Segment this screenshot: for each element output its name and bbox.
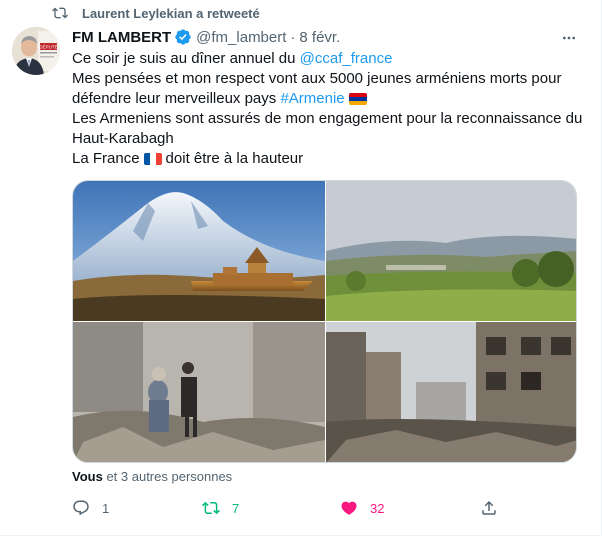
mountain-monastery-photo[interactable] bbox=[73, 181, 325, 321]
reply-icon bbox=[73, 500, 89, 516]
tweet-line-3: défendre leur merveilleux pays #Armenie bbox=[72, 89, 587, 109]
heart-icon bbox=[341, 501, 357, 515]
media-grid bbox=[72, 180, 577, 463]
tweet-line-4: Les Armeniens sont assurés de mon engage… bbox=[72, 109, 587, 129]
tweet-header: FM LAMBERT @fm_lambert · 8 févr. bbox=[72, 27, 340, 47]
verified-badge-icon bbox=[175, 29, 191, 45]
tweet-text-segment: Mes pensées et mon respect vont aux 5000… bbox=[72, 70, 562, 87]
tweet-text-segment: Haut-Karabagh bbox=[72, 130, 174, 147]
rubble-evacuation-photo[interactable] bbox=[73, 322, 325, 462]
tweet-line-5: Haut-Karabagh bbox=[72, 129, 587, 149]
valley-landscape-photo[interactable] bbox=[326, 181, 576, 321]
more-options-button[interactable] bbox=[561, 30, 577, 46]
tweet-text-segment: défendre leur merveilleux pays bbox=[72, 90, 281, 107]
liked-by-summary[interactable]: Vous et 3 autres personnes bbox=[72, 469, 232, 484]
tweet-actions: 1 7 32 bbox=[72, 497, 502, 519]
destroyed-buildings-photo[interactable] bbox=[326, 322, 576, 462]
share-icon bbox=[482, 500, 496, 515]
hashtag-link[interactable]: #Armenie bbox=[280, 89, 344, 109]
avatar-badge: DÉPUTÉ bbox=[39, 44, 57, 50]
author-name[interactable]: FM LAMBERT bbox=[72, 29, 171, 46]
retweet-context[interactable]: Laurent Leylekian a retweeté bbox=[52, 4, 260, 22]
share-button[interactable] bbox=[480, 497, 510, 519]
tweet-text-segment: La France bbox=[72, 150, 140, 167]
retweet-icon bbox=[202, 501, 220, 515]
tweet-line-1: Ce soir je suis au dîner annuel du @ccaf… bbox=[72, 49, 587, 69]
tweet-line-6: La France doit être à la hauteur bbox=[72, 149, 587, 169]
france-flag-icon bbox=[143, 153, 162, 165]
tweet-text: Ce soir je suis au dîner annuel du @ccaf… bbox=[72, 49, 587, 169]
author-handle[interactable]: @fm_lambert bbox=[196, 29, 286, 46]
like-button[interactable]: 32 bbox=[340, 497, 384, 519]
destroyed-buildings-image bbox=[326, 322, 576, 462]
reply-count: 1 bbox=[102, 500, 110, 516]
header-separator: · bbox=[290, 28, 296, 46]
liked-by-you: Vous bbox=[72, 469, 103, 484]
tweet-line-2: Mes pensées et mon respect vont aux 5000… bbox=[72, 69, 587, 89]
like-count: 32 bbox=[370, 500, 385, 516]
mention-link[interactable]: @ccaf_france bbox=[300, 49, 393, 69]
reply-button[interactable]: 1 bbox=[72, 497, 109, 519]
rubble-evacuation-image bbox=[73, 322, 325, 462]
retweet-context-icon bbox=[52, 7, 68, 19]
tweet-text-segment: Ce soir je suis au dîner annuel du bbox=[72, 50, 300, 67]
liked-by-others: et 3 autres personnes bbox=[102, 469, 233, 484]
more-dots-icon bbox=[563, 36, 575, 40]
mountain-monastery-image bbox=[73, 181, 325, 321]
tweet-text-segment: Les Armeniens sont assurés de mon engage… bbox=[72, 110, 583, 127]
author-portrait: DÉPUTÉ bbox=[12, 27, 60, 75]
retweet-context-label: Laurent Leylekian a retweeté bbox=[82, 5, 260, 21]
retweet-count: 7 bbox=[232, 500, 240, 516]
retweet-button[interactable]: 7 bbox=[202, 497, 239, 519]
tweet-date[interactable]: 8 févr. bbox=[299, 29, 340, 46]
author-avatar[interactable]: DÉPUTÉ bbox=[12, 27, 60, 75]
tweet-text-segment: doit être à la hauteur bbox=[165, 150, 304, 167]
armenia-flag-icon bbox=[348, 93, 367, 105]
valley-landscape-image bbox=[326, 181, 576, 321]
